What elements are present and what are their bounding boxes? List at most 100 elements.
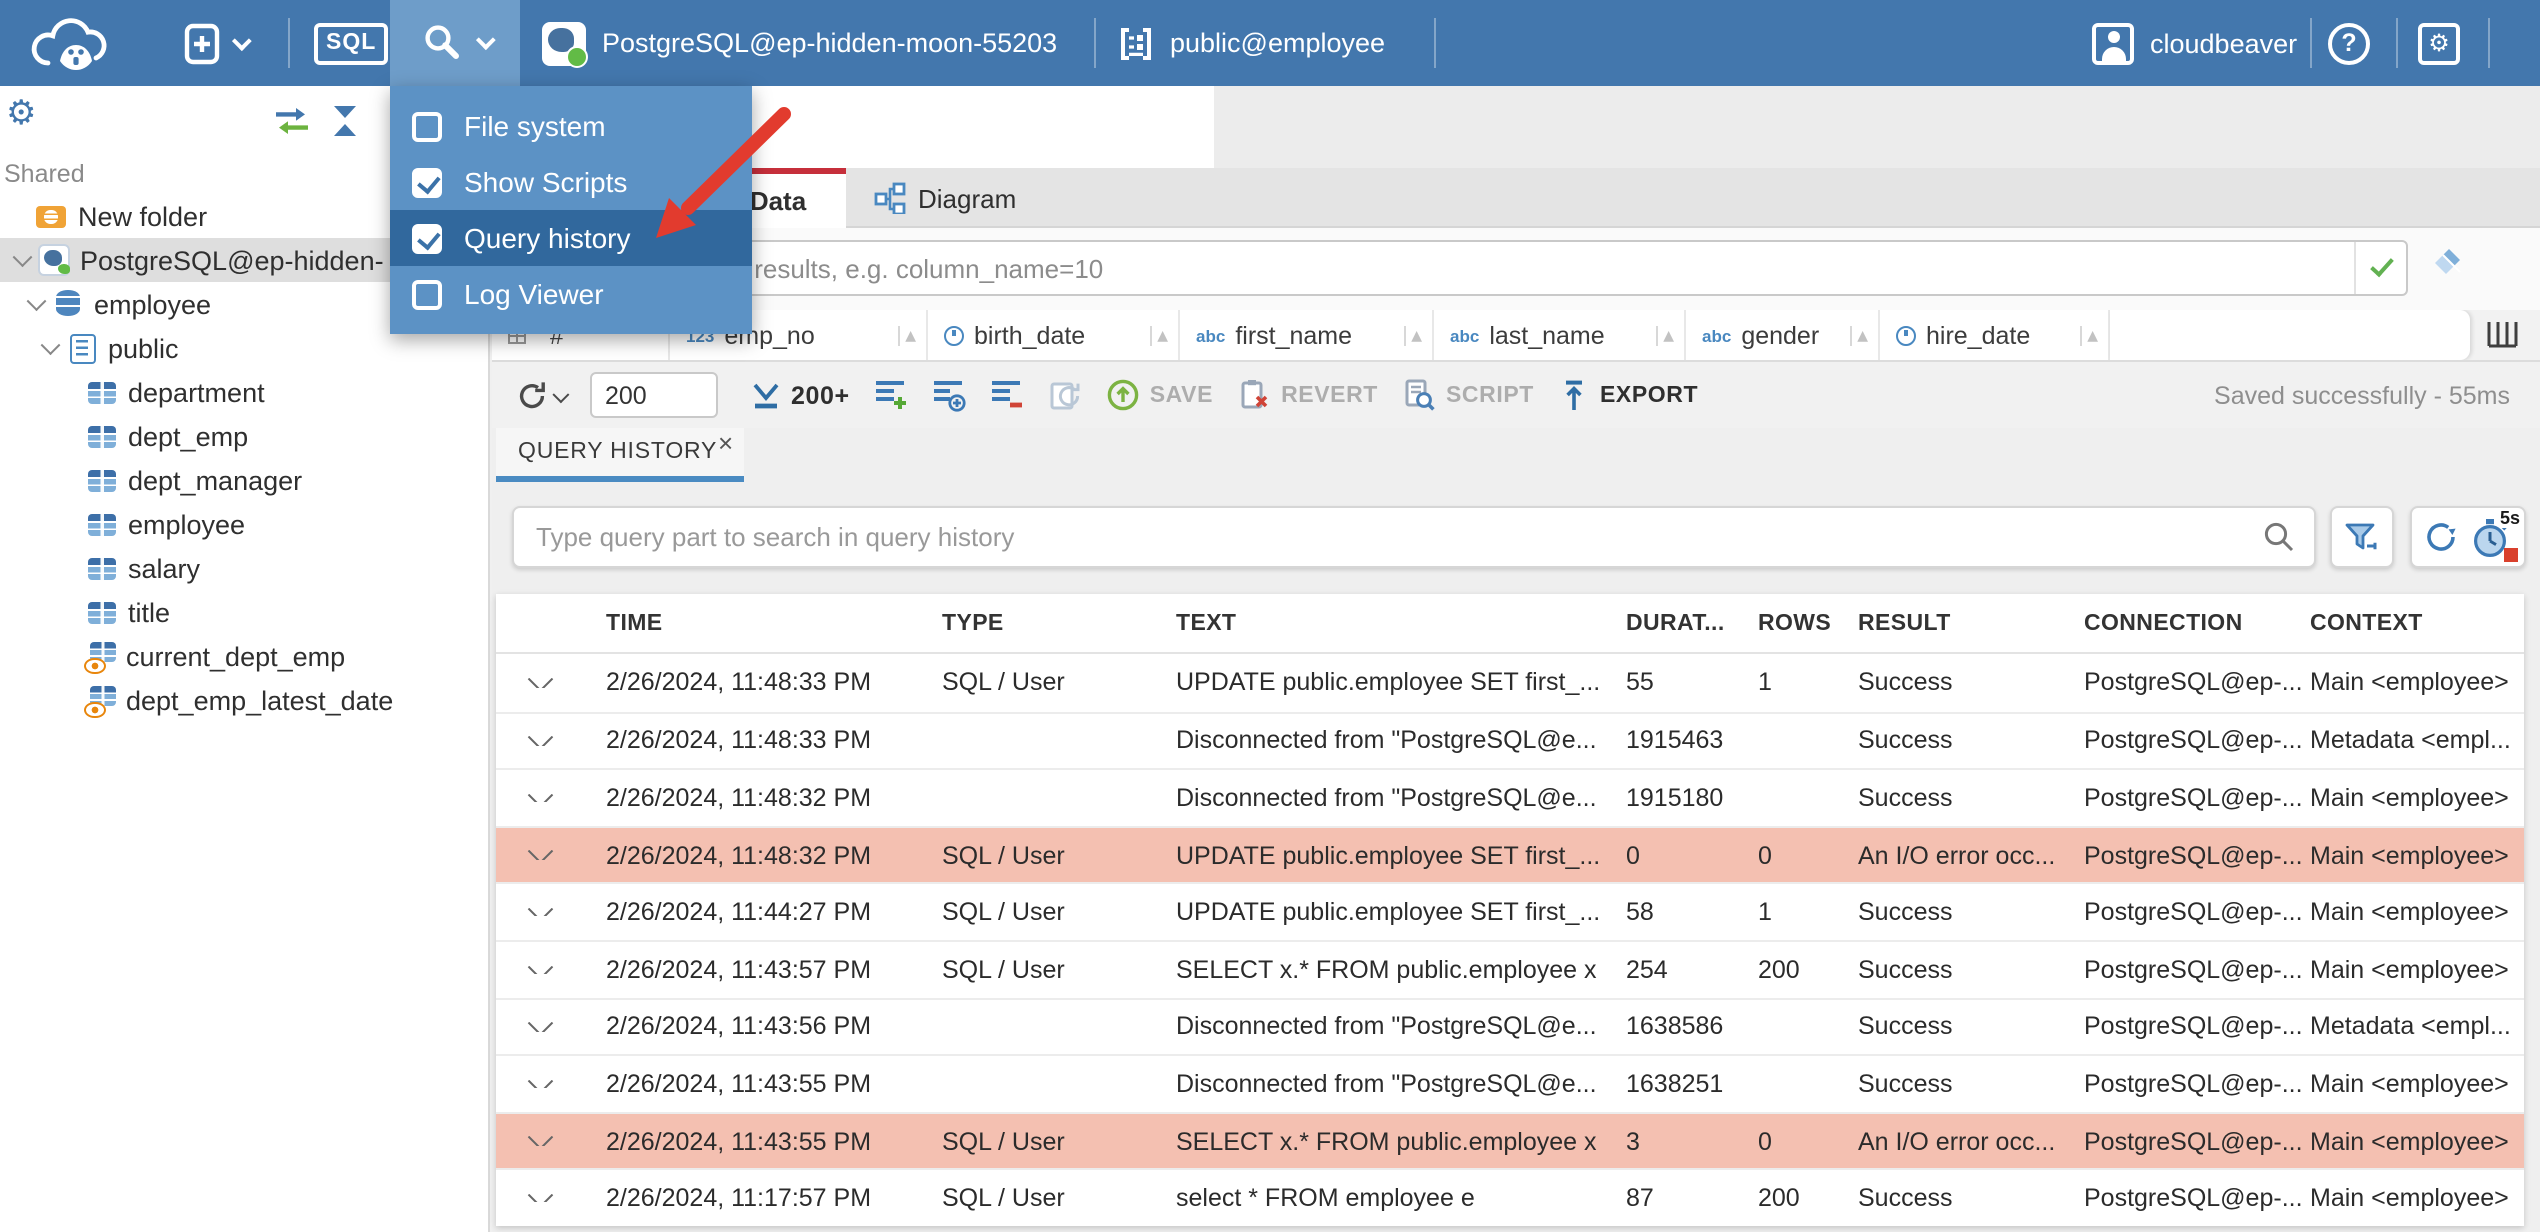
cell-result: Success xyxy=(1858,1184,1953,1213)
tree-item[interactable]: department xyxy=(0,370,488,414)
tree-item[interactable]: employee xyxy=(0,502,488,546)
clear-filter-eraser-icon[interactable] xyxy=(2428,248,2466,292)
sidebar-settings-gear-icon[interactable]: ⚙ xyxy=(6,97,37,132)
query-history-row[interactable]: 2/26/2024, 11:43:57 PM SQL / User SELECT… xyxy=(496,939,2524,998)
cell-type: SQL / User xyxy=(942,955,1065,984)
checkbox[interactable] xyxy=(412,223,442,253)
tree-item[interactable]: dept_emp_latest_date xyxy=(0,678,488,722)
new-connection-button[interactable] xyxy=(184,22,252,64)
grid-column-header[interactable]: abc last_name xyxy=(1434,310,1686,360)
checkbox[interactable] xyxy=(412,111,442,141)
cell-text: UPDATE public.employee SET first_... xyxy=(1176,668,1601,697)
query-history-row[interactable]: 2/26/2024, 11:43:55 PM Disconnected from… xyxy=(496,1054,2524,1112)
column-header[interactable]: ROWS xyxy=(1758,611,1858,635)
grid-column-header[interactable]: hire_date xyxy=(1880,310,2110,360)
help-button[interactable]: ? xyxy=(2328,22,2370,64)
menu-item[interactable]: Log Viewer xyxy=(390,266,752,322)
fetch-more-label: 200+ xyxy=(791,381,850,409)
menu-item[interactable]: File system xyxy=(390,98,752,154)
cell-duration: 1915180 xyxy=(1626,783,1724,812)
grid-column-header[interactable]: abc gender xyxy=(1686,310,1880,360)
expand-cell[interactable] xyxy=(520,1079,606,1089)
sync-active-object-icon[interactable] xyxy=(272,106,312,136)
checkbox[interactable] xyxy=(412,279,442,309)
save-button[interactable]: SAVE xyxy=(1106,378,1213,412)
expand-chevron-icon[interactable] xyxy=(34,335,66,355)
menu-item[interactable]: Show Scripts xyxy=(390,154,752,210)
revert-button[interactable]: REVERT xyxy=(1237,378,1378,412)
grid-column-header[interactable]: birth_date xyxy=(928,310,1180,360)
sort-icon[interactable] xyxy=(1850,325,1868,345)
column-header[interactable]: RESULT xyxy=(1858,611,2084,635)
sort-icon[interactable] xyxy=(1404,325,1422,345)
expand-chevron-icon[interactable] xyxy=(6,247,38,267)
sort-icon[interactable] xyxy=(1150,325,1168,345)
tree-item[interactable]: title xyxy=(0,590,488,634)
refresh-grid-button[interactable] xyxy=(1048,378,1082,412)
expand-chevron-icon[interactable] xyxy=(20,291,52,311)
export-button[interactable]: EXPORT xyxy=(1558,379,1698,411)
column-header[interactable]: TYPE xyxy=(942,611,1176,635)
query-history-search-input[interactable] xyxy=(514,508,2262,566)
query-history-row[interactable]: 2/26/2024, 11:44:27 PM SQL / User UPDATE… xyxy=(496,882,2524,940)
fetch-more-button[interactable]: 200+ xyxy=(749,379,850,411)
expand-cell[interactable] xyxy=(520,965,606,975)
script-button[interactable]: SCRIPT xyxy=(1402,378,1534,412)
query-history-row[interactable]: 2/26/2024, 11:48:33 PM Disconnected from… xyxy=(496,711,2524,769)
column-header[interactable]: CONTEXT xyxy=(2310,611,2524,635)
apply-filter-check-icon[interactable] xyxy=(2354,242,2406,294)
cell-context: Main <employee> xyxy=(2310,668,2509,697)
tab-diagram[interactable]: Diagram xyxy=(846,168,1044,228)
row-limit-input[interactable] xyxy=(589,372,717,418)
filter-expression-input[interactable] xyxy=(516,242,2354,294)
tab-query-history[interactable]: QUERY HISTORY × xyxy=(496,428,744,482)
delete-row-button[interactable] xyxy=(990,378,1024,412)
query-history-row[interactable]: 2/26/2024, 11:48:32 PM Disconnected from… xyxy=(496,768,2524,826)
sort-icon[interactable] xyxy=(2080,325,2098,345)
user-menu[interactable]: cloudbeaver xyxy=(2092,22,2297,64)
filter-button[interactable] xyxy=(2330,506,2394,568)
auto-refresh-timer-icon[interactable]: 5s xyxy=(2470,508,2520,561)
query-history-row[interactable]: 2/26/2024, 11:48:32 PM SQL / User UPDATE… xyxy=(496,825,2524,883)
checkbox[interactable] xyxy=(412,167,442,197)
refresh-icon[interactable] xyxy=(2422,518,2460,556)
sql-editor-button[interactable]: SQL xyxy=(314,22,389,64)
columns-panel-icon[interactable] xyxy=(2486,320,2518,348)
query-history-row[interactable]: 2/26/2024, 11:48:33 PM SQL / User UPDATE… xyxy=(496,654,2524,712)
sort-icon[interactable] xyxy=(898,325,916,345)
connection-selector[interactable]: PostgreSQL@ep-hidden-moon-55203 xyxy=(542,21,1057,67)
expand-cell[interactable] xyxy=(520,678,606,688)
query-history-row[interactable]: 2/26/2024, 11:17:57 PM SQL / User select… xyxy=(496,1168,2524,1226)
expand-cell[interactable] xyxy=(520,736,606,746)
expand-cell[interactable] xyxy=(520,1022,606,1032)
column-header[interactable]: TIME xyxy=(606,611,942,635)
tree-item[interactable]: dept_manager xyxy=(0,458,488,502)
settings-button[interactable]: ⚙ xyxy=(2418,22,2460,64)
tree-item[interactable]: salary xyxy=(0,546,488,590)
cell-context: Main <employee> xyxy=(2310,841,2509,870)
schema-selector[interactable]: public@employee xyxy=(1118,25,1385,61)
close-icon[interactable]: × xyxy=(718,428,734,458)
tree-item[interactable]: current_dept_emp xyxy=(0,634,488,678)
cell-text: UPDATE public.employee SET first_... xyxy=(1176,898,1601,927)
grid-column-header[interactable]: abc first_name xyxy=(1180,310,1434,360)
column-header[interactable]: CONNECTION xyxy=(2084,611,2310,635)
collapse-all-icon[interactable] xyxy=(328,104,362,138)
expand-cell[interactable] xyxy=(520,850,606,860)
query-history-row[interactable]: 2/26/2024, 11:43:55 PM SQL / User SELECT… xyxy=(496,1111,2524,1169)
tree-item[interactable]: dept_emp xyxy=(0,414,488,458)
expand-cell[interactable] xyxy=(520,1193,606,1203)
query-history-row[interactable]: 2/26/2024, 11:43:56 PM Disconnected from… xyxy=(496,997,2524,1055)
column-header[interactable]: DURAT... xyxy=(1626,611,1758,635)
expand-cell[interactable] xyxy=(520,907,606,917)
expand-cell[interactable] xyxy=(520,1136,606,1146)
tools-menu-button[interactable] xyxy=(390,0,520,86)
duplicate-row-button[interactable] xyxy=(932,378,966,412)
sort-icon[interactable] xyxy=(1656,325,1674,345)
add-row-button[interactable] xyxy=(874,378,908,412)
refresh-result-button[interactable] xyxy=(516,379,569,411)
cloudbeaver-logo[interactable] xyxy=(26,12,118,74)
column-header[interactable]: TEXT xyxy=(1176,611,1626,635)
menu-item[interactable]: Query history xyxy=(390,210,752,266)
expand-cell[interactable] xyxy=(520,793,606,803)
